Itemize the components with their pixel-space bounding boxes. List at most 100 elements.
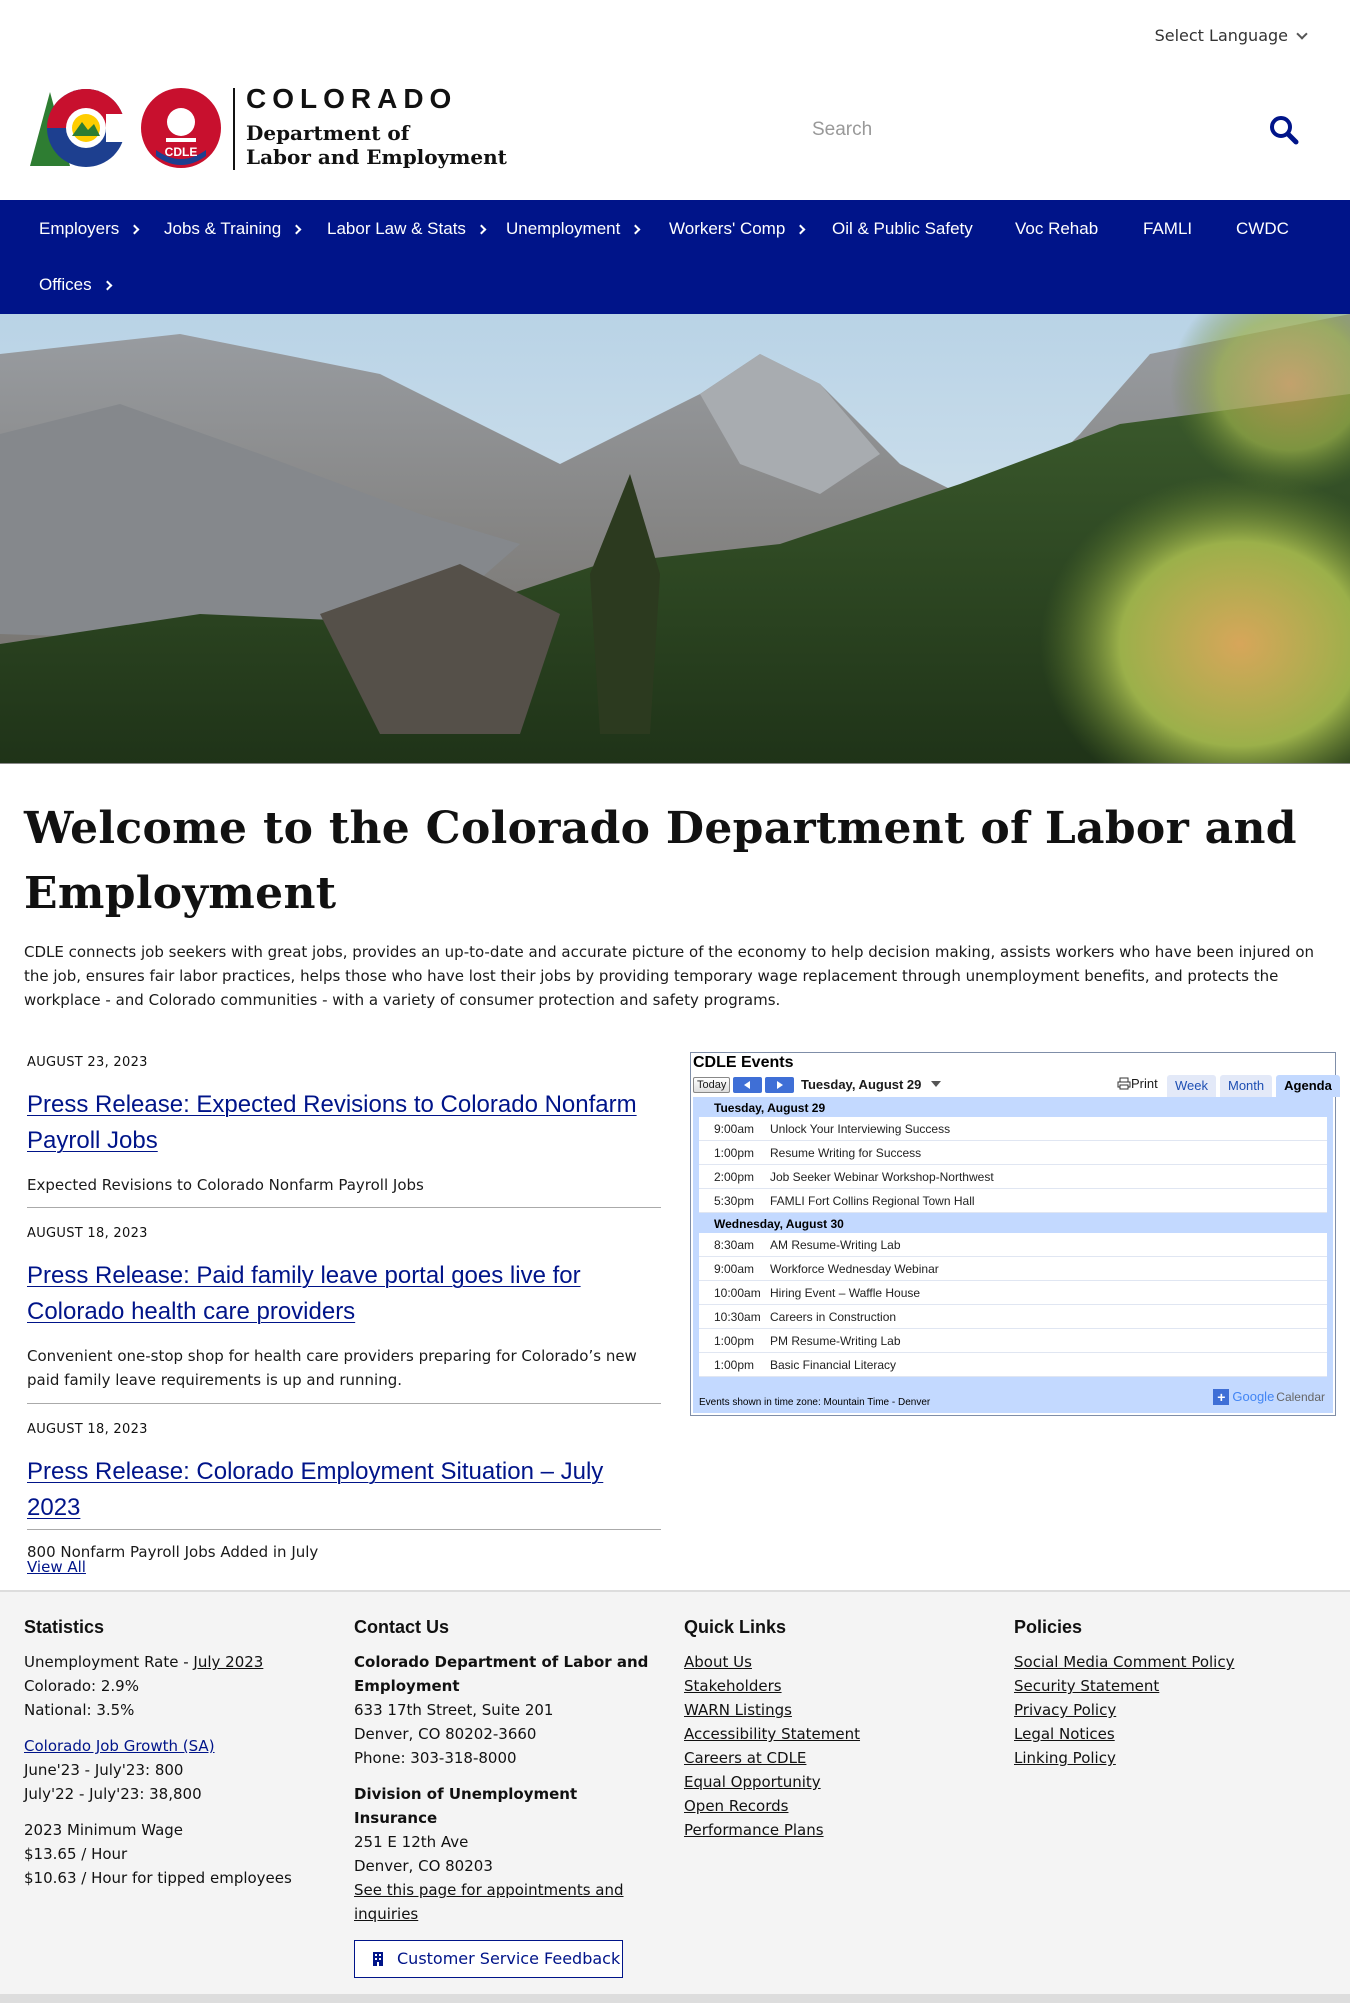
news-item: AUGUST 18, 2023 Press Release: Colorado … [27, 1404, 661, 1561]
min-wage-tipped: $10.63 / Hour for tipped employees [24, 1869, 292, 1887]
calendar-wordmark: Calendar [1276, 1390, 1325, 1404]
print-button[interactable]: Print [1117, 1075, 1158, 1093]
agenda-event[interactable]: 1:00pm PM Resume-Writing Lab [699, 1329, 1327, 1353]
event-time: 9:00am [714, 1262, 755, 1276]
main-nav: Employers Jobs & Training Labor Law & St… [0, 200, 1350, 314]
nav-famli[interactable]: FAMLI [1143, 219, 1192, 239]
unemployment-rate-link[interactable]: July 2023 [193, 1653, 263, 1671]
quick-link-about-us[interactable]: About Us [684, 1650, 984, 1674]
calendar-footer: Events shown in time zone: Mountain Time… [693, 1385, 1333, 1413]
nav-employers[interactable]: Employers [39, 219, 140, 239]
prev-arrow-icon[interactable] [733, 1077, 762, 1093]
language-selector[interactable]: Select Language [1154, 26, 1308, 45]
next-arrow-icon[interactable] [765, 1077, 794, 1093]
agenda-event[interactable]: 2:00pm Job Seeker Webinar Workshop-Northw… [699, 1165, 1327, 1189]
event-title: Resume Writing for Success [770, 1146, 922, 1160]
job-growth-yearly: July'22 - July'23: 38,800 [24, 1785, 202, 1803]
search-input[interactable] [800, 119, 1240, 141]
event-time: 10:00am [714, 1286, 761, 1300]
customer-service-feedback-button[interactable]: Customer Service Feedback [354, 1940, 623, 1978]
quick-link-performance-plans[interactable]: Performance Plans [684, 1818, 984, 1842]
building-icon [373, 1952, 383, 1966]
nav-unemployment[interactable]: Unemployment [506, 219, 641, 239]
unemployment-rate-label: Unemployment Rate - [24, 1653, 194, 1671]
unemployment-rate-line: Unemployment Rate - July 2023 [24, 1650, 324, 1674]
quick-link-accessibility[interactable]: Accessibility Statement [684, 1722, 984, 1746]
policy-privacy[interactable]: Privacy Policy [1014, 1698, 1314, 1722]
policy-linking[interactable]: Linking Policy [1014, 1746, 1314, 1770]
svg-text:COLORADO: COLORADO [246, 84, 457, 114]
nav-labor-law-stats[interactable]: Labor Law & Stats [327, 219, 487, 239]
calendar-date-picker[interactable]: Tuesday, August 29 [801, 1077, 942, 1093]
nav-label: Jobs & Training [164, 219, 282, 238]
search-bar [800, 108, 1300, 152]
nav-jobs-training[interactable]: Jobs & Training [164, 219, 302, 239]
cdle-logo[interactable]: CDLE COLORADO Department of Labor and Em… [28, 83, 508, 174]
agenda-day-header: Tuesday, August 29 [714, 1101, 826, 1115]
nav-cwdc[interactable]: CWDC [1236, 219, 1289, 239]
contact-org: Colorado Department of Labor and Employm… [354, 1653, 649, 1695]
agenda-event[interactable]: 9:00am Workforce Wednesday Webinar [699, 1257, 1327, 1281]
view-all-link[interactable]: View All [27, 1558, 86, 1576]
news-date: AUGUST 23, 2023 [27, 1055, 148, 1070]
appointments-link[interactable]: See this page for appointments and inqui… [354, 1878, 624, 1926]
contact-address-1: 633 17th Street, Suite 201 [354, 1701, 554, 1719]
event-time: 2:00pm [714, 1170, 755, 1184]
agenda-event[interactable]: 1:00pm Basic Financial Literacy [699, 1353, 1327, 1377]
event-title: Workforce Wednesday Webinar [770, 1262, 939, 1276]
quick-link-equal-opportunity[interactable]: Equal Opportunity [684, 1770, 984, 1794]
nav-label: Voc Rehab [1015, 219, 1099, 238]
footer-contact: Contact Us Colorado Department of Labor … [354, 1616, 654, 1978]
agenda-event[interactable]: 5:30pm FAMLI Fort Collins Regional Town H… [699, 1189, 1327, 1213]
agenda-event[interactable]: 10:30am Careers in Construction [699, 1305, 1327, 1329]
calendar-toolbar: Today Tuesday, August 29 Print Week Mont… [693, 1075, 1340, 1114]
event-title: Careers in Construction [770, 1310, 897, 1324]
nav-label: Oil & Public Safety [832, 219, 973, 238]
agenda-event[interactable]: 8:30am AM Resume-Writing Lab [699, 1233, 1327, 1257]
nav-voc-rehab[interactable]: Voc Rehab [1015, 219, 1098, 239]
nav-workers-comp[interactable]: Workers' Comp [669, 219, 806, 239]
agenda-event[interactable]: 10:00am Hiring Event – Waffle House [699, 1281, 1327, 1305]
news-title-link[interactable]: Press Release: Paid family leave portal … [27, 1258, 661, 1330]
quick-link-careers[interactable]: Careers at CDLE [684, 1746, 984, 1770]
tab-month[interactable]: Month [1220, 1075, 1273, 1097]
agenda-event[interactable]: 1:00pm Resume Writing for Success [699, 1141, 1327, 1165]
event-time: 1:00pm [714, 1334, 755, 1348]
event-title: PM Resume-Writing Lab [770, 1334, 901, 1348]
policy-legal-notices[interactable]: Legal Notices [1014, 1722, 1314, 1746]
chevron-right-icon [102, 280, 113, 290]
chevron-right-icon [129, 224, 140, 234]
news-title-link[interactable]: Press Release: Colorado Employment Situa… [27, 1454, 661, 1526]
policy-social-media[interactable]: Social Media Comment Policy [1014, 1650, 1314, 1674]
events-calendar: CDLE Events Today Tuesday, August 29 Pri… [690, 1052, 1340, 1416]
today-button[interactable]: Today [693, 1077, 731, 1093]
national-rate: National: 3.5% [24, 1701, 135, 1719]
page-title: Welcome to the Colorado Department of La… [24, 803, 1297, 919]
agenda-event[interactable]: 9:00am Unlock Your Interviewing Success [699, 1117, 1327, 1141]
tab-week[interactable]: Week [1167, 1075, 1216, 1097]
contact-phone: Phone: 303-318-8000 [354, 1749, 517, 1767]
site-footer: Statistics Unemployment Rate - July 2023… [0, 1590, 1350, 1994]
chevron-down-icon [1296, 27, 1308, 40]
job-growth-monthly: June'23 - July'23: 800 [24, 1761, 184, 1779]
quick-link-stakeholders[interactable]: Stakeholders [684, 1674, 984, 1698]
add-to-google-calendar-button[interactable]: + Google Calendar [1213, 1389, 1325, 1405]
chevron-right-icon [476, 224, 487, 234]
google-wordmark: Google [1232, 1389, 1275, 1404]
footer-heading: Statistics [24, 1617, 105, 1637]
search-icon[interactable] [1268, 114, 1300, 146]
language-label: Select Language [1154, 26, 1288, 45]
policy-security[interactable]: Security Statement [1014, 1674, 1314, 1698]
nav-label: Labor Law & Stats [327, 219, 466, 238]
news-title-link[interactable]: Press Release: Expected Revisions to Col… [27, 1087, 661, 1159]
quick-link-warn-listings[interactable]: WARN Listings [684, 1698, 984, 1722]
job-growth-link[interactable]: Colorado Job Growth (SA) [24, 1734, 324, 1758]
nav-offices[interactable]: Offices [39, 275, 113, 295]
quick-link-open-records[interactable]: Open Records [684, 1794, 984, 1818]
news-description: 800 Nonfarm Payroll Jobs Added in July [27, 1543, 319, 1561]
tab-agenda[interactable]: Agenda [1276, 1075, 1340, 1114]
plus-icon: + [1213, 1389, 1230, 1405]
nav-oil-public-safety[interactable]: Oil & Public Safety [832, 219, 973, 239]
